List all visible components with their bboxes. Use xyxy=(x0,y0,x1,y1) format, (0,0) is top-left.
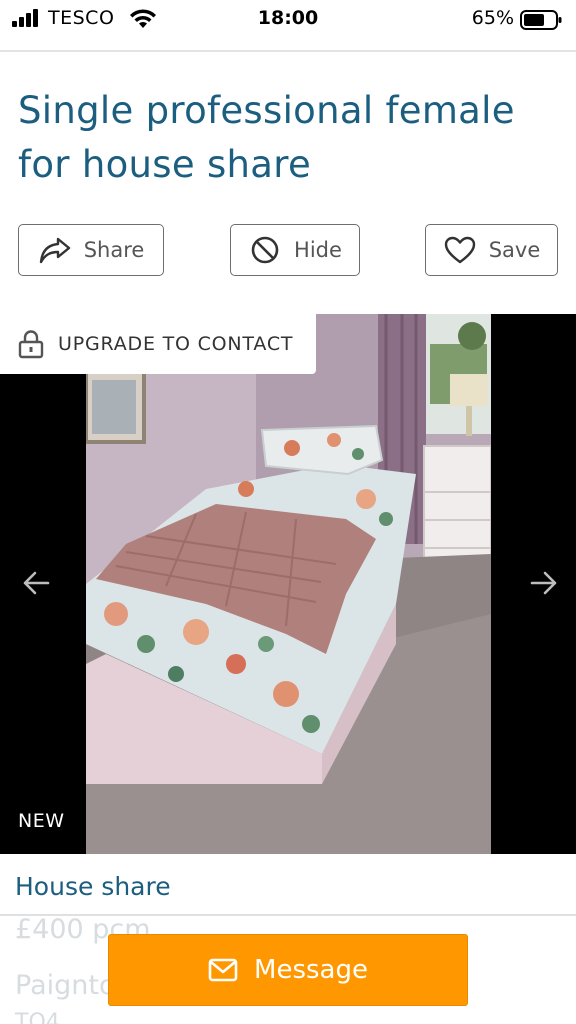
upgrade-label: UPGRADE TO CONTACT xyxy=(58,333,294,355)
next-photo-arrow-icon[interactable] xyxy=(528,568,560,598)
message-button[interactable]: Message xyxy=(108,934,468,1006)
listing-category: House share xyxy=(15,872,171,901)
status-divider xyxy=(0,50,576,52)
save-label: Save xyxy=(488,238,541,262)
listing-postcode: TQ4 xyxy=(15,1010,60,1024)
photo-gallery[interactable]: NEW xyxy=(0,314,576,854)
block-icon xyxy=(251,236,279,264)
share-icon xyxy=(39,237,70,264)
listing-photo xyxy=(86,314,491,854)
lock-icon xyxy=(18,330,44,359)
save-button[interactable]: Save xyxy=(425,224,558,276)
message-label: Message xyxy=(254,955,368,985)
battery-percent: 65% xyxy=(471,7,514,29)
listing-title: Single professional female for house sha… xyxy=(18,89,515,186)
share-button[interactable]: Share xyxy=(18,224,164,276)
new-badge: NEW xyxy=(18,810,65,832)
previous-photo-arrow-icon[interactable] xyxy=(20,568,52,598)
battery-icon xyxy=(520,10,562,30)
heart-icon xyxy=(444,236,475,264)
upgrade-to-contact-button[interactable]: UPGRADE TO CONTACT xyxy=(0,314,316,374)
hide-button[interactable]: Hide xyxy=(230,224,360,276)
status-bar: TESCO 18:00 65% xyxy=(0,0,576,44)
envelope-icon xyxy=(208,958,238,982)
share-label: Share xyxy=(83,238,145,262)
hide-label: Hide xyxy=(294,238,342,262)
